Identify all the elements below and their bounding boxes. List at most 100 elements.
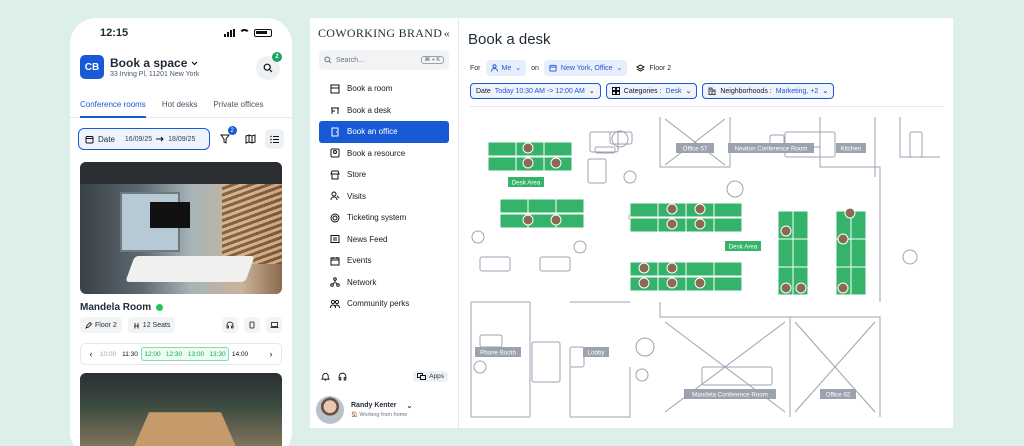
apps-button[interactable]: Apps: [413, 371, 448, 382]
occupant-avatar[interactable]: [694, 277, 706, 289]
time-slot[interactable]: 13:30: [207, 347, 229, 361]
store-icon: [330, 170, 340, 180]
occupant-avatar[interactable]: [837, 233, 849, 245]
desk[interactable]: [792, 238, 809, 268]
pencil-icon: [85, 321, 92, 329]
occupant-avatar[interactable]: [694, 203, 706, 215]
occupant-avatar[interactable]: [550, 157, 562, 169]
bell-icon[interactable]: [321, 372, 330, 381]
occupant-avatar[interactable]: [666, 203, 678, 215]
sidebar-item-book-desk[interactable]: Book a desk: [319, 100, 449, 122]
occupant-avatar[interactable]: [522, 214, 534, 226]
list-view-button[interactable]: [265, 129, 285, 149]
occupant-avatar[interactable]: [666, 277, 678, 289]
filter-badge: 2: [227, 126, 237, 135]
occupant-avatar[interactable]: [844, 207, 856, 219]
occupant-avatar[interactable]: [638, 277, 650, 289]
desk[interactable]: [629, 202, 659, 218]
tab-hot-desks[interactable]: Hot desks: [162, 92, 198, 118]
occupant-avatar[interactable]: [522, 142, 534, 154]
building-icon: [708, 87, 716, 95]
sidebar-item-community-perks[interactable]: Community perks: [319, 293, 449, 315]
space-selector[interactable]: Book a space: [110, 56, 199, 70]
date-filter[interactable]: Date Today 10:30 AM -> 12:00 AM ⌄: [470, 83, 601, 99]
time-slot[interactable]: 12:00: [141, 347, 163, 361]
sidebar-item-news-feed[interactable]: News Feed: [319, 229, 449, 251]
address: 33 Irving Pl, 11201 New York: [110, 71, 200, 78]
tab-conference-rooms[interactable]: Conference rooms: [80, 92, 146, 118]
date-filter[interactable]: Date 16/09/25 18/09/25: [78, 128, 210, 150]
desk[interactable]: [499, 198, 529, 214]
map-icon: [245, 134, 255, 144]
search-input[interactable]: Search... ⌘ + K: [319, 50, 449, 70]
sidebar-item-store[interactable]: Store: [319, 164, 449, 186]
desk[interactable]: [487, 156, 517, 172]
seats-chip: 12 Seats: [127, 317, 176, 333]
for-label: For: [470, 64, 481, 72]
location-dropdown[interactable]: New York, Office ⌄: [543, 60, 628, 76]
chevron-right-icon[interactable]: ›: [265, 349, 277, 359]
sidebar: COWORKING BRAND « Search... ⌘ + K Book a…: [310, 18, 459, 428]
occupant-avatar[interactable]: [550, 214, 562, 226]
time-slot[interactable]: 12:30: [163, 347, 185, 361]
chevron-left-icon[interactable]: ‹: [85, 349, 97, 359]
room-card-title: Mandela Room: [70, 294, 292, 313]
categories-filter[interactable]: Categories : Desk ⌄: [605, 83, 698, 99]
desk[interactable]: [713, 261, 743, 277]
room-photo[interactable]: [80, 373, 282, 446]
sidebar-item-network[interactable]: Network: [319, 272, 449, 294]
desk[interactable]: [713, 202, 743, 218]
desk[interactable]: [850, 266, 867, 296]
sidebar-item-visits[interactable]: Visits: [319, 186, 449, 208]
desk[interactable]: [629, 217, 659, 233]
for-dropdown[interactable]: Me ⌄: [485, 60, 527, 76]
sidebar-item-events[interactable]: Events: [319, 250, 449, 272]
occupant-avatar[interactable]: [522, 157, 534, 169]
desk[interactable]: [527, 198, 557, 214]
desk[interactable]: [792, 210, 809, 240]
sidebar-item-book-resource[interactable]: Book a resource: [319, 143, 449, 165]
desk[interactable]: [713, 217, 743, 233]
occupant-avatar[interactable]: [837, 282, 849, 294]
sidebar-item-book-room[interactable]: Book a room: [319, 78, 449, 100]
desk[interactable]: [487, 141, 517, 157]
room-photo[interactable]: [80, 162, 282, 294]
desk[interactable]: [685, 261, 715, 277]
occupant-avatar[interactable]: [795, 282, 807, 294]
desk[interactable]: [777, 238, 794, 268]
time-slot[interactable]: 14:00: [229, 351, 251, 358]
desk[interactable]: [850, 238, 867, 268]
time-slot[interactable]: 13:00: [185, 347, 207, 361]
booking-context: For Me ⌄ on New York, Office ⌄ Floor 2: [470, 60, 671, 76]
tab-private-offices[interactable]: Private offices: [213, 92, 263, 118]
occupant-avatar[interactable]: [666, 218, 678, 230]
sidebar-item-ticketing[interactable]: Ticketing system: [319, 207, 449, 229]
occupant-avatar[interactable]: [638, 262, 650, 274]
desk[interactable]: [713, 276, 743, 292]
search-button[interactable]: 2: [256, 52, 282, 80]
floor-selector[interactable]: Floor 2: [636, 63, 671, 73]
calendar-icon: [549, 64, 557, 72]
floor-plan-map[interactable]: Desk Area Desk Area Office 57 Newton Con…: [470, 107, 944, 429]
occupant-avatar[interactable]: [694, 218, 706, 230]
map-view-button[interactable]: [241, 129, 260, 149]
time-slot[interactable]: 11:30: [119, 351, 141, 358]
availability-dot: [156, 304, 164, 311]
headset-icon[interactable]: [338, 372, 347, 381]
filter-icon: [220, 134, 231, 144]
desk[interactable]: [555, 198, 585, 214]
occupant-avatar[interactable]: [780, 282, 792, 294]
occupant-avatar[interactable]: [666, 262, 678, 274]
occupant-avatar[interactable]: [780, 225, 792, 237]
sidebar-item-book-office[interactable]: Book an office: [319, 121, 449, 143]
desk[interactable]: [543, 141, 573, 157]
collapse-sidebar-icon[interactable]: «: [444, 26, 450, 41]
neighborhoods-filter[interactable]: Neighborhoods : Marketing, +2 ⌄: [702, 83, 835, 99]
chair-icon: [133, 322, 139, 328]
avatar: [316, 396, 344, 424]
chevron-down-icon: [191, 61, 198, 65]
filter-button[interactable]: 2: [216, 126, 237, 149]
user-profile[interactable]: Randy Kenter ⌄ 🏠 Working from home: [316, 396, 412, 424]
label-phone-booth-text: Phone Booth: [480, 350, 516, 357]
status-bar: 12:15: [70, 18, 292, 48]
